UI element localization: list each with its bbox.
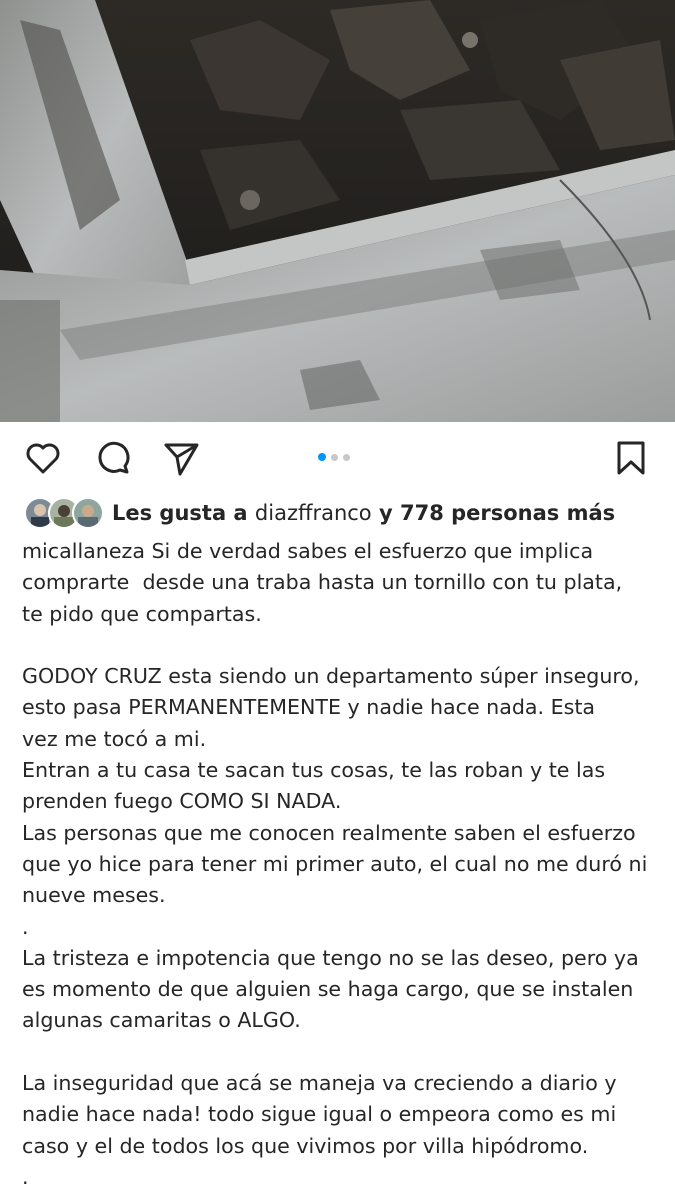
caption-line bbox=[22, 630, 662, 661]
caption-line: prenden fuego COMO SI NADA. bbox=[22, 789, 342, 814]
caption-line: Las personas que me conocen realmente sa… bbox=[22, 820, 636, 845]
caption-line: caso y el de todos los que vivimos por v… bbox=[22, 1133, 589, 1158]
caption-line: nueve meses. bbox=[22, 883, 166, 908]
liker-username[interactable]: diazffranco bbox=[255, 501, 372, 525]
caption-line: . bbox=[22, 914, 29, 939]
caption-line: GODOY CRUZ esta siendo un departamento s… bbox=[22, 664, 640, 689]
comment-icon[interactable] bbox=[93, 438, 133, 478]
caption-line: La inseguridad que acá se maneja va crec… bbox=[22, 1071, 617, 1096]
caption-line: micallaneza Si de verdad sabes el esfuer… bbox=[22, 539, 594, 563]
likes-suffix: y 778 personas más bbox=[371, 501, 616, 525]
carousel-dot bbox=[331, 453, 338, 461]
caption-line: nadie hace nada! todo sigue igual o empe… bbox=[22, 1102, 617, 1127]
caption-line: comprarte desde una traba hasta un torni… bbox=[22, 570, 623, 595]
caption-line: . bbox=[22, 1164, 29, 1189]
heart-icon[interactable] bbox=[23, 438, 63, 478]
carousel-dot bbox=[343, 453, 350, 461]
caption-line: es momento de que alguien se haga cargo,… bbox=[22, 977, 634, 1002]
post-image[interactable] bbox=[0, 0, 675, 422]
carousel-dot-active bbox=[318, 453, 326, 461]
caption-line: que yo hice para tener mi primer auto, e… bbox=[22, 851, 648, 876]
caption-line: La tristeza e impotencia que tengo no se… bbox=[22, 945, 639, 970]
caption-line: esto pasa PERMANENTEMENTE y nadie hace n… bbox=[22, 695, 596, 720]
likes-text: Les gusta a diazffranco y 778 personas m… bbox=[112, 501, 615, 525]
likes-row[interactable]: Les gusta a diazffranco y 778 personas m… bbox=[24, 496, 615, 530]
caption-line: algunas camaritas o ALGO. bbox=[22, 1008, 301, 1033]
avatar bbox=[72, 497, 104, 529]
send-icon[interactable] bbox=[161, 438, 201, 478]
bookmark-icon[interactable] bbox=[611, 438, 651, 478]
post-action-bar bbox=[0, 422, 675, 490]
carousel-indicator bbox=[318, 453, 350, 461]
post-caption: micallaneza Si de verdad sabes el esfuer… bbox=[22, 536, 662, 1193]
caption-line: Entran a tu casa te sacan tus cosas, te … bbox=[22, 758, 606, 783]
caption-line bbox=[22, 1037, 662, 1068]
caption-line: te pido que compartas. bbox=[22, 601, 262, 626]
burned-car-photo bbox=[0, 0, 675, 422]
liker-avatars bbox=[24, 497, 104, 529]
likes-prefix: Les gusta a bbox=[112, 501, 255, 525]
caption-line: vez me tocó a mi. bbox=[22, 726, 207, 751]
